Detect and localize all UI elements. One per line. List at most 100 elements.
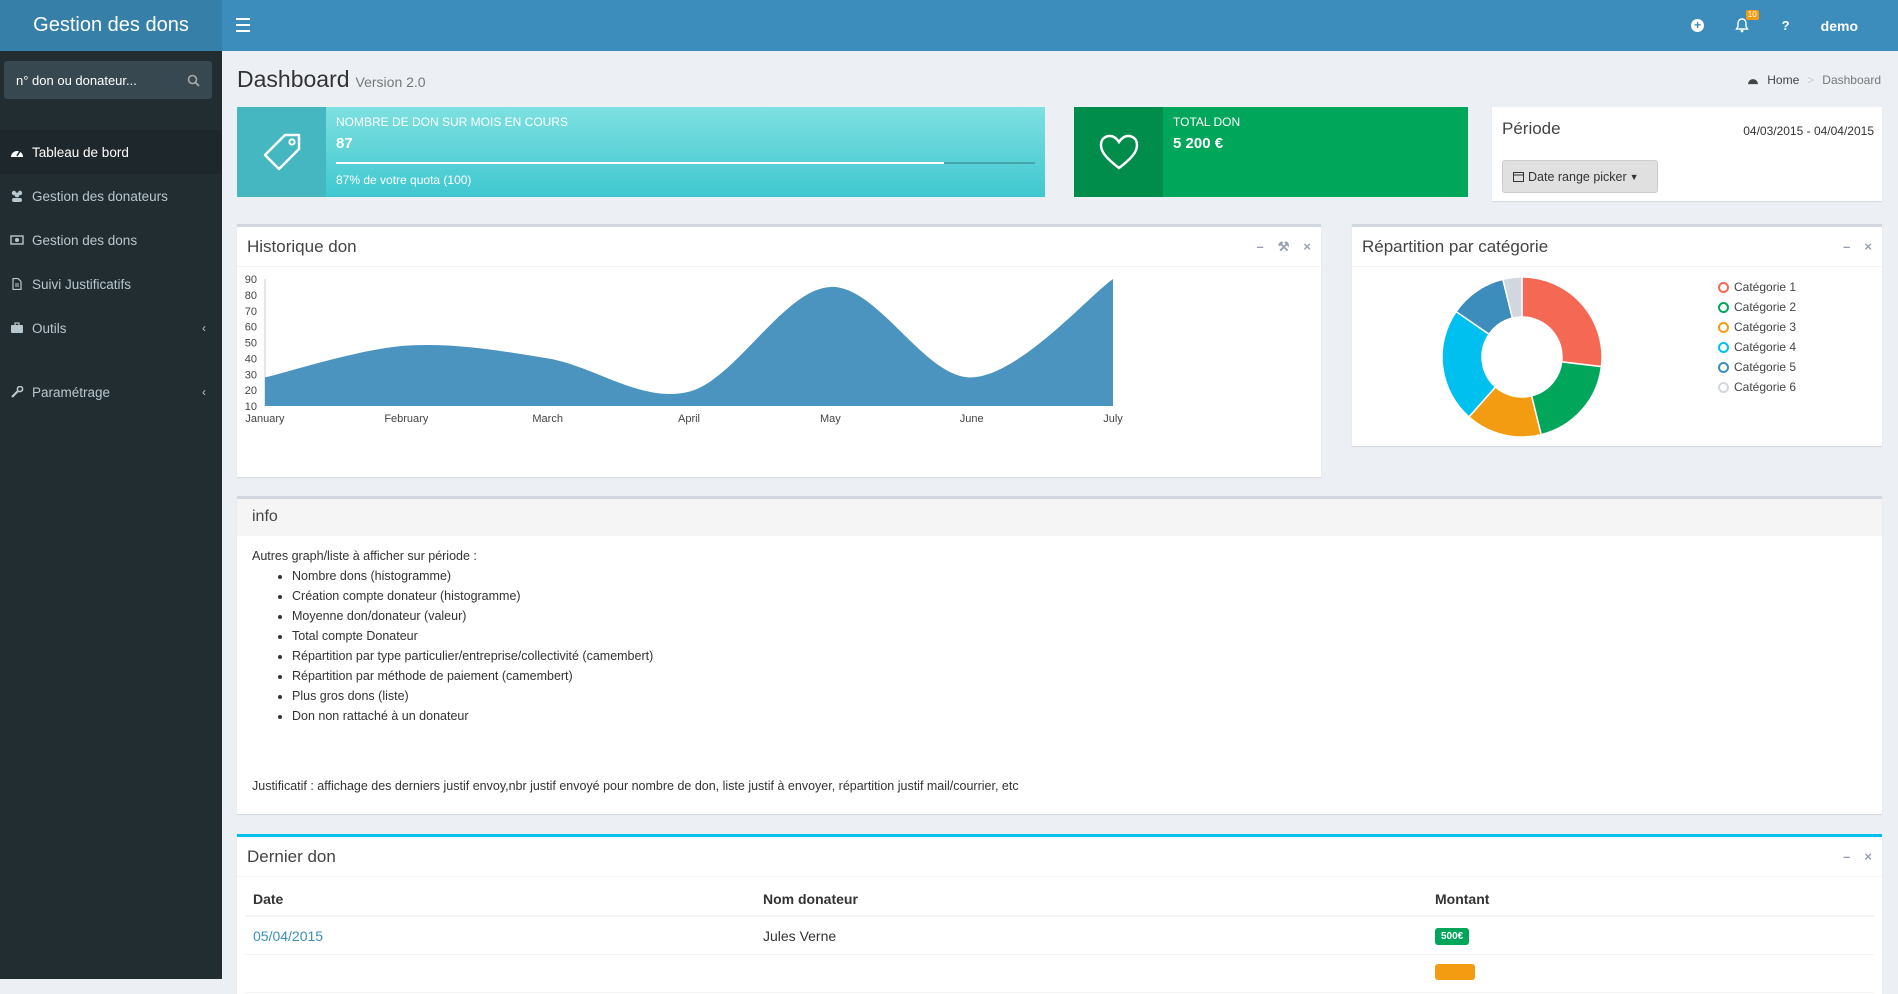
file-icon bbox=[10, 278, 24, 290]
breadcrumb: Home > Dashboard bbox=[1747, 73, 1881, 87]
list-item: Répartition par type particulier/entrepr… bbox=[292, 646, 1867, 666]
y-tick-label: 90 bbox=[245, 274, 257, 286]
list-item: Répartition par méthode de paiement (cam… bbox=[292, 666, 1867, 686]
donor-name: Jules Verne bbox=[755, 916, 1427, 955]
info-box-total: TOTAL DON 5 200 € bbox=[1074, 107, 1468, 197]
sidebar: n° don ou donateur... Tableau de bord Ge… bbox=[0, 51, 222, 979]
table-row: 05/04/2015 Jules Verne 500€ bbox=[245, 916, 1874, 955]
donor-name bbox=[755, 955, 1427, 993]
collapse-icon[interactable]: – bbox=[1843, 849, 1850, 864]
top-navbar: Gestion des dons + 10 ? demo bbox=[0, 0, 1898, 51]
legend-label: Catégorie 2 bbox=[1734, 300, 1796, 314]
add-icon[interactable]: + bbox=[1689, 16, 1707, 36]
table-row bbox=[245, 955, 1874, 993]
legend-label: Catégorie 1 bbox=[1734, 280, 1796, 294]
collapse-icon[interactable]: – bbox=[1843, 239, 1850, 254]
column-header-montant: Montant bbox=[1427, 877, 1874, 916]
money-icon bbox=[10, 234, 24, 246]
y-tick-label: 50 bbox=[245, 338, 257, 350]
sidebar-item-outils[interactable]: Outils ‹ bbox=[0, 306, 222, 350]
page-title: DashboardVersion 2.0 bbox=[237, 66, 426, 93]
breadcrumb-home[interactable]: Home bbox=[1767, 73, 1799, 87]
y-tick-label: 10 bbox=[245, 401, 257, 413]
list-item: Plus gros dons (liste) bbox=[292, 686, 1867, 706]
donut-slice bbox=[1532, 362, 1602, 435]
info-box-monthly-count: NOMBRE DE DON SUR MOIS EN COURS 87 87% d… bbox=[237, 107, 1045, 197]
legend-circle-icon bbox=[1718, 362, 1729, 373]
close-icon[interactable]: × bbox=[1864, 849, 1872, 864]
list-item: Moyenne don/donateur (valeur) bbox=[292, 606, 1867, 626]
search-icon[interactable] bbox=[187, 74, 200, 87]
list-item: Total compte Donateur bbox=[292, 626, 1867, 646]
historique-area-chart: 102030405060708090JanuaryFebruaryMarchAp… bbox=[237, 267, 1321, 477]
sidebar-item-label: Gestion des dons bbox=[32, 233, 137, 248]
info-panel: info Autres graph/liste à afficher sur p… bbox=[237, 496, 1882, 814]
legend-label: Catégorie 5 bbox=[1734, 360, 1796, 374]
wrench-icon[interactable]: ⚒ bbox=[1278, 239, 1290, 255]
periode-range: 04/03/2015 - 04/04/2015 bbox=[1743, 124, 1874, 138]
donut-slice bbox=[1522, 277, 1602, 367]
briefcase-icon bbox=[10, 322, 24, 334]
x-tick-label: January bbox=[245, 413, 285, 425]
y-tick-label: 40 bbox=[245, 353, 257, 365]
y-tick-label: 60 bbox=[245, 322, 257, 334]
calendar-icon bbox=[1513, 171, 1524, 182]
collapse-icon[interactable]: – bbox=[1257, 239, 1264, 255]
sidebar-item-parametrage[interactable]: Paramétrage ‹ bbox=[0, 370, 222, 414]
info-box-value: 5 200 € bbox=[1173, 135, 1458, 152]
periode-title: Période bbox=[1502, 119, 1561, 139]
y-tick-label: 20 bbox=[245, 385, 257, 397]
date-range-picker-button[interactable]: Date range picker ▼ bbox=[1502, 160, 1658, 193]
x-tick-label: July bbox=[1103, 413, 1123, 425]
repartition-donut-chart bbox=[1422, 267, 1622, 445]
legend-circle-icon bbox=[1718, 342, 1729, 353]
notifications-badge: 10 bbox=[1746, 10, 1759, 20]
sidebar-item-label: Outils bbox=[32, 321, 67, 336]
users-icon bbox=[10, 190, 24, 202]
dashboard-icon bbox=[1747, 75, 1759, 85]
app-logo[interactable]: Gestion des dons bbox=[0, 0, 222, 51]
help-icon[interactable]: ? bbox=[1777, 16, 1795, 36]
search-input[interactable]: n° don ou donateur... bbox=[4, 61, 212, 99]
area-series bbox=[265, 279, 1113, 406]
legend-item: Catégorie 6 bbox=[1718, 377, 1796, 397]
search-placeholder: n° don ou donateur... bbox=[16, 73, 137, 88]
x-tick-label: May bbox=[820, 413, 841, 425]
y-tick-label: 30 bbox=[245, 369, 257, 381]
sidebar-item-gestion-donateurs[interactable]: Gestion des donateurs bbox=[0, 174, 222, 218]
caret-down-icon: ▼ bbox=[1630, 172, 1639, 182]
x-tick-label: April bbox=[678, 413, 700, 425]
legend-circle-icon bbox=[1718, 322, 1729, 333]
date-link[interactable] bbox=[245, 955, 755, 993]
x-tick-label: February bbox=[384, 413, 429, 425]
date-link[interactable]: 05/04/2015 bbox=[245, 916, 755, 955]
close-icon[interactable]: × bbox=[1303, 239, 1311, 255]
info-intro: Autres graph/liste à afficher sur périod… bbox=[252, 546, 1867, 566]
breadcrumb-current: Dashboard bbox=[1822, 73, 1881, 87]
info-footer: Justificatif : affichage des derniers ju… bbox=[252, 776, 1867, 796]
chart-legend: Catégorie 1 Catégorie 2 Catégorie 3 Catégor… bbox=[1718, 277, 1796, 397]
dernier-don-table: Date Nom donateur Montant 05/04/2015 Jul… bbox=[245, 877, 1874, 993]
notifications-bell-icon[interactable]: 10 bbox=[1733, 16, 1751, 36]
sidebar-item-suivi-justificatifs[interactable]: Suivi Justificatifs bbox=[0, 262, 222, 306]
x-tick-label: March bbox=[532, 413, 563, 425]
legend-label: Catégorie 3 bbox=[1734, 320, 1796, 334]
user-menu[interactable]: demo bbox=[1821, 18, 1858, 34]
legend-circle-icon bbox=[1718, 302, 1729, 313]
repartition-box: Répartition par catégorie – × Catégorie … bbox=[1352, 224, 1882, 446]
chevron-left-icon: ‹ bbox=[202, 385, 206, 399]
sidebar-toggle-icon[interactable] bbox=[236, 14, 252, 36]
dashboard-icon bbox=[10, 146, 24, 158]
box-title: Répartition par catégorie bbox=[1362, 237, 1548, 257]
legend-item: Catégorie 5 bbox=[1718, 357, 1796, 377]
sidebar-item-label: Gestion des donateurs bbox=[32, 189, 168, 204]
y-tick-label: 70 bbox=[245, 306, 257, 318]
info-box-value: 87 bbox=[336, 135, 1035, 152]
sidebar-item-tableau-de-bord[interactable]: Tableau de bord bbox=[0, 130, 222, 174]
tag-icon bbox=[237, 107, 326, 197]
close-icon[interactable]: × bbox=[1864, 239, 1872, 254]
sidebar-item-gestion-dons[interactable]: Gestion des dons bbox=[0, 218, 222, 262]
column-header-nom: Nom donateur bbox=[755, 877, 1427, 916]
heart-icon bbox=[1074, 107, 1163, 197]
date-range-picker-label: Date range picker bbox=[1528, 170, 1627, 184]
